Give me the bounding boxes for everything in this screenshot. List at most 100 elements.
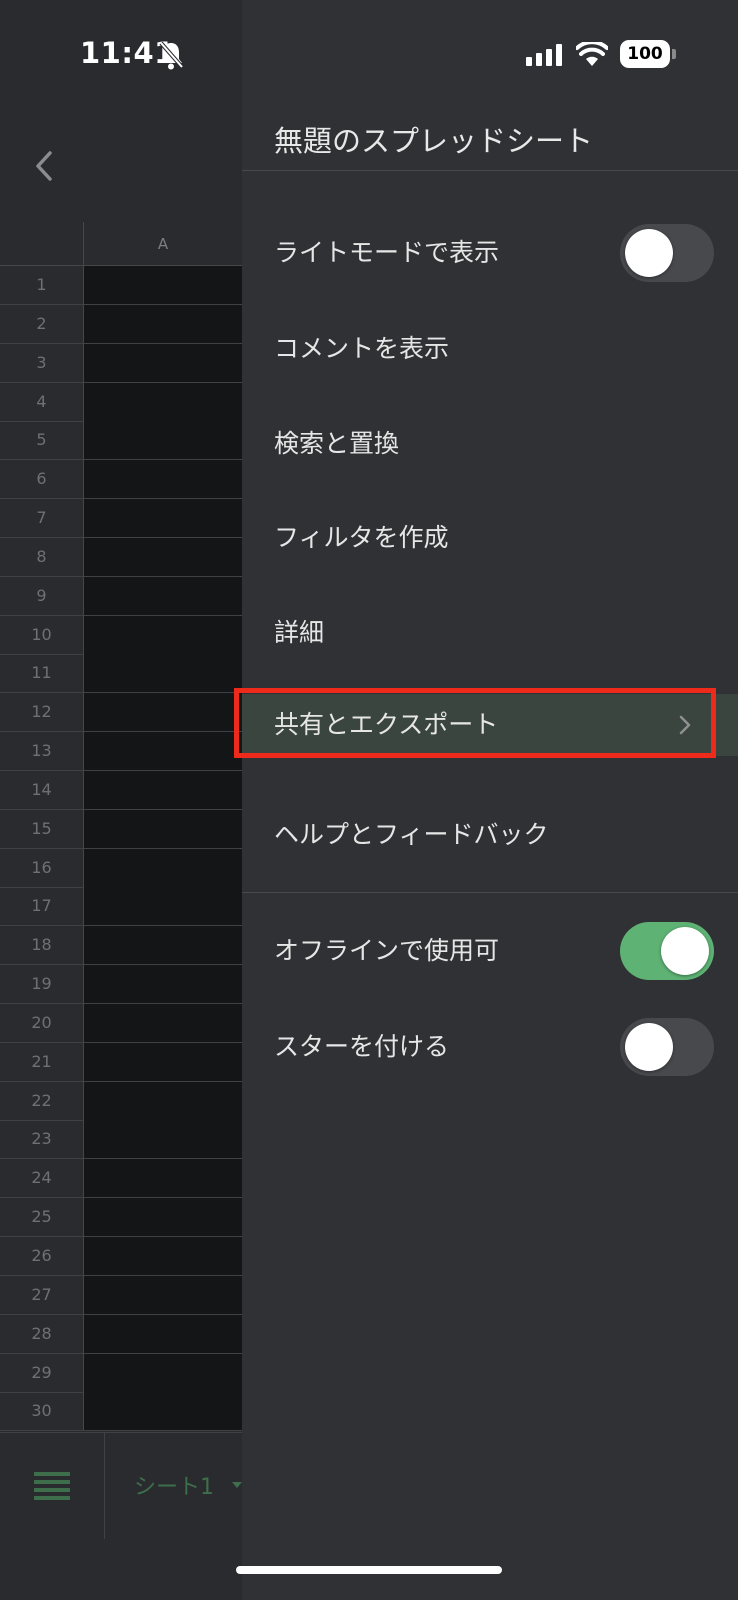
cell[interactable] [84,615,242,654]
cell[interactable] [84,1003,242,1042]
cell[interactable] [84,1237,242,1275]
bell-muted-icon [159,41,184,70]
table-row: 13 [0,732,242,772]
row-number[interactable]: 1 [0,266,84,304]
cell[interactable] [84,266,242,304]
battery-tip [672,49,676,59]
column-header-a[interactable]: A [84,222,242,266]
cell[interactable] [84,1392,242,1431]
corner-cell[interactable] [0,222,84,266]
cell[interactable] [84,693,242,732]
table-row: 22 [0,1081,242,1121]
cell[interactable] [84,1081,242,1120]
row-number[interactable]: 22 [0,1081,84,1120]
star-toggle[interactable] [620,1018,714,1076]
toggle-knob [661,927,709,975]
cell[interactable] [84,576,242,615]
table-row: 7 [0,499,242,539]
row-number[interactable]: 12 [0,693,84,732]
cell[interactable] [84,848,242,887]
table-row: 5 [0,421,242,461]
table-row: 14 [0,770,242,810]
light-mode-toggle[interactable] [620,224,714,282]
cell[interactable] [84,382,242,421]
row-number[interactable]: 21 [0,1042,84,1081]
cell[interactable] [84,1042,242,1081]
divider [242,892,738,893]
row-number[interactable]: 16 [0,848,84,887]
row-number[interactable]: 29 [0,1353,84,1392]
cell[interactable] [84,654,242,693]
row-number[interactable]: 24 [0,1159,84,1198]
toggle-knob [625,229,673,277]
cell[interactable] [84,926,242,965]
cellular-signal-icon [526,44,562,66]
row-number[interactable]: 7 [0,499,84,538]
cell[interactable] [84,1353,242,1392]
cell[interactable] [84,460,242,499]
menu-item-star[interactable]: スターを付ける [242,1000,738,1094]
cell[interactable] [84,304,242,343]
table-row: 23 [0,1120,242,1160]
sheet-grid: A 1 2 3 4 5 6 7 8 9 10 11 12 13 14 15 16 17 18 19 20 21 22 23 2… [0,222,242,1432]
menu-item-find-replace[interactable]: 検索と置換 [242,397,738,491]
cell[interactable] [84,887,242,926]
menu-item-help-feedback[interactable]: ヘルプとフィードバック [242,788,738,882]
row-number[interactable]: 17 [0,887,84,926]
menu-item-show-comments[interactable]: コメントを表示 [242,302,738,396]
cell[interactable] [84,1275,242,1314]
home-indicator[interactable] [236,1566,502,1574]
row-number[interactable]: 26 [0,1237,84,1275]
row-number[interactable]: 11 [0,654,84,693]
menu-item-share-export[interactable]: 共有とエクスポート [234,688,738,758]
table-row: 24 [0,1159,242,1199]
menu-item-details[interactable]: 詳細 [242,586,738,680]
cell[interactable] [84,732,242,771]
menu-item-light-mode[interactable]: ライトモードで表示 [242,206,738,300]
row-number[interactable]: 10 [0,615,84,654]
row-number[interactable]: 5 [0,421,84,460]
cell[interactable] [84,343,242,382]
tab-divider [104,1433,105,1539]
row-number[interactable]: 15 [0,809,84,848]
cell[interactable] [84,1198,242,1237]
row-number[interactable]: 2 [0,304,84,343]
row-number[interactable]: 13 [0,732,84,771]
row-number[interactable]: 20 [0,1003,84,1042]
menu-item-label: ヘルプとフィードバック [274,820,549,849]
status-indicators: 100 [526,40,676,70]
sheet-list-icon[interactable] [34,1469,70,1501]
row-number[interactable]: 19 [0,965,84,1004]
row-number[interactable]: 4 [0,382,84,421]
cell[interactable] [84,809,242,848]
row-number[interactable]: 28 [0,1314,84,1353]
back-chevron-icon[interactable] [30,148,58,184]
menu-item-create-filter[interactable]: フィルタを作成 [242,491,738,585]
row-number[interactable]: 9 [0,576,84,615]
cell[interactable] [84,499,242,538]
table-row: 20 [0,1003,242,1043]
divider [242,170,738,171]
row-number[interactable]: 23 [0,1120,84,1159]
row-number[interactable]: 14 [0,770,84,809]
available-offline-toggle[interactable] [620,922,714,980]
row-number[interactable]: 3 [0,343,84,382]
tab-dropdown-icon[interactable] [232,1479,242,1491]
cell[interactable] [84,537,242,576]
row-number[interactable]: 18 [0,926,84,965]
menu-drawer: 100 無題のスプレッドシート ライトモードで表示 コメントを表示 検索と置換 … [234,0,738,1600]
cell[interactable] [84,421,242,460]
menu-item-available-offline[interactable]: オフラインで使用可 [242,904,738,998]
row-number[interactable]: 6 [0,460,84,499]
cell[interactable] [84,770,242,809]
cell[interactable] [84,1120,242,1159]
row-number[interactable]: 30 [0,1392,84,1431]
cell[interactable] [84,965,242,1004]
row-number[interactable]: 25 [0,1198,84,1237]
sheet-tab[interactable]: シート1 [134,1469,214,1501]
row-number[interactable]: 8 [0,537,84,576]
cell[interactable] [84,1314,242,1353]
cell[interactable] [84,1159,242,1198]
row-number[interactable]: 27 [0,1275,84,1314]
table-row: 26 [0,1237,242,1276]
